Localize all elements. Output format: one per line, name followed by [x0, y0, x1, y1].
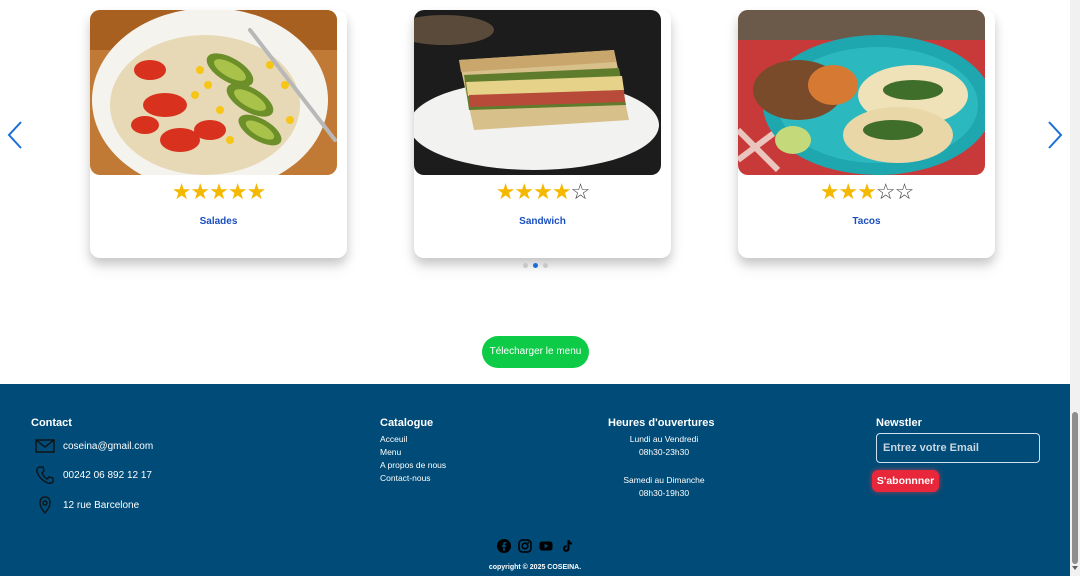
weekday-label: Lundi au Vendredi — [629, 434, 699, 444]
card-title[interactable]: Tacos — [738, 216, 995, 227]
card-title[interactable]: Sandwich — [414, 216, 671, 227]
menu-card-salades[interactable]: ★★★★★ Salades — [90, 10, 347, 258]
pagination-dot[interactable] — [523, 263, 528, 268]
carousel-next-button[interactable] — [1045, 118, 1065, 152]
stars-empty: ☆☆ — [875, 179, 914, 204]
stars-filled: ★★★ — [819, 179, 877, 204]
phone-icon — [36, 466, 54, 484]
weekend-label: Samedi au Dimanche — [623, 475, 705, 485]
carousel-pagination — [523, 263, 548, 269]
page: ★★★★★ Salades ★★★★☆ Sandwich ★★★☆☆ Tacos… — [0, 0, 1080, 576]
card-title[interactable]: Salades — [90, 216, 347, 227]
weekday-time: 08h30-23h30 — [638, 447, 690, 457]
stars-empty: ☆ — [570, 179, 591, 204]
hours-heading: Heures d'ouvertures — [608, 417, 715, 429]
sandwich-photo — [414, 10, 661, 175]
tacos-photo — [738, 10, 985, 175]
facebook-icon[interactable] — [497, 539, 511, 553]
weekend-time: 08h30-19h30 — [638, 488, 690, 498]
catalogue-link-menu[interactable]: Menu — [380, 447, 401, 457]
subscribe-button[interactable]: S'abonnner — [872, 470, 939, 492]
newsletter-email-input[interactable] — [876, 433, 1040, 463]
chevron-left-icon — [7, 121, 22, 149]
youtube-icon[interactable] — [539, 539, 553, 553]
rating-stars: ★★★☆☆ — [738, 180, 995, 204]
instagram-icon[interactable] — [518, 539, 532, 553]
contact-phone-text: 00242 06 892 12 17 — [63, 469, 152, 481]
social-links — [497, 539, 574, 553]
catalogue-heading: Catalogue — [380, 417, 434, 429]
catalogue-link-about[interactable]: A propos de nous — [380, 460, 446, 470]
chevron-right-icon — [1048, 121, 1063, 149]
contact-phone[interactable]: 00242 06 892 12 17 — [35, 465, 152, 485]
tiktok-icon[interactable] — [560, 539, 574, 553]
stars-filled: ★★★★ — [495, 179, 572, 204]
pagination-dot[interactable] — [543, 263, 548, 268]
page-scrollbar[interactable] — [1070, 0, 1080, 576]
menu-carousel: ★★★★★ Salades ★★★★☆ Sandwich ★★★☆☆ Tacos — [0, 0, 1070, 275]
copyright: copyright © 2025 COSEINA. — [488, 564, 582, 571]
contact-email[interactable]: coseina@gmail.com — [35, 436, 153, 456]
contact-email-text: coseina@gmail.com — [63, 440, 154, 452]
salad-photo — [90, 10, 337, 175]
mail-icon — [35, 439, 55, 453]
site-footer: Contact coseina@gmail.com 00242 06 892 1… — [0, 384, 1070, 576]
pagination-dot-active[interactable] — [533, 263, 538, 268]
catalogue-link-acceuil[interactable]: Acceuil — [380, 434, 407, 444]
contact-address-text: 12 rue Barcelone — [63, 499, 140, 511]
contact-heading: Contact — [31, 417, 72, 429]
menu-card-sandwich[interactable]: ★★★★☆ Sandwich — [414, 10, 671, 258]
menu-card-tacos[interactable]: ★★★☆☆ Tacos — [738, 10, 995, 258]
scroll-down-arrow-icon[interactable] — [1072, 566, 1078, 570]
catalogue-link-contact[interactable]: Contact-nous — [380, 473, 431, 483]
contact-address[interactable]: 12 rue Barcelone — [35, 495, 139, 515]
location-pin-icon — [39, 496, 51, 515]
newsletter-heading: Newstler — [876, 417, 922, 429]
scrollbar-thumb[interactable] — [1072, 412, 1078, 564]
stars-filled: ★★★★★ — [171, 179, 267, 204]
carousel-prev-button[interactable] — [5, 118, 25, 152]
download-menu-button[interactable]: Télecharger le menu — [482, 336, 589, 368]
rating-stars: ★★★★★ — [90, 180, 347, 204]
rating-stars: ★★★★☆ — [414, 180, 671, 204]
